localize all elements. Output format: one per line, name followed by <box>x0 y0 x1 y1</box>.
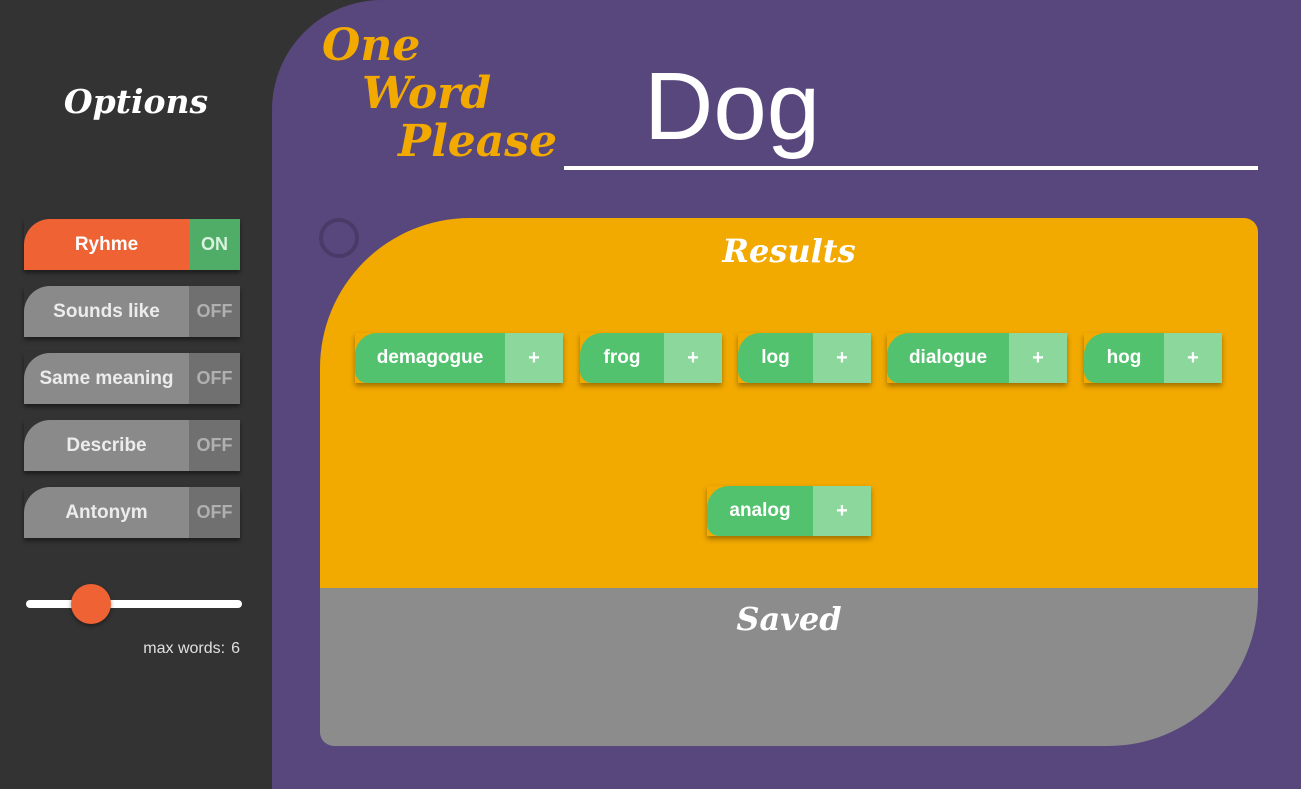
option-label: Antonym <box>24 487 189 538</box>
max-words-label: max words: <box>143 640 226 657</box>
result-word-chip: dialogue + <box>887 333 1067 383</box>
app-logo: One Word Please <box>322 20 557 166</box>
option-state: OFF <box>189 487 240 538</box>
option-state: ON <box>189 219 240 270</box>
result-word-chip: log + <box>738 333 871 383</box>
max-words-slider[interactable] <box>26 584 242 624</box>
option-same-meaning-toggle[interactable]: Same meaning OFF <box>24 353 240 404</box>
option-label: Describe <box>24 420 189 471</box>
result-word-label: dialogue <box>887 333 1009 383</box>
option-state: OFF <box>189 420 240 471</box>
ring-icon <box>319 218 359 258</box>
slider-thumb[interactable] <box>70 584 111 624</box>
results-title: Results <box>722 232 856 270</box>
result-word-label: frog <box>580 333 664 383</box>
add-word-button[interactable]: + <box>664 333 722 383</box>
result-word-chip: frog + <box>580 333 722 383</box>
result-word-chip: demagogue + <box>355 333 563 383</box>
result-word-chip: hog + <box>1084 333 1222 383</box>
max-words-value: 6 <box>231 640 240 657</box>
saved-panel: Saved <box>320 588 1258 746</box>
option-describe-toggle[interactable]: Describe OFF <box>24 420 240 471</box>
result-word-label: hog <box>1084 333 1164 383</box>
max-words-readout: max words: 6 <box>143 640 240 658</box>
logo-line: One <box>322 20 421 71</box>
option-label: Same meaning <box>24 353 189 404</box>
add-word-button[interactable]: + <box>813 486 871 536</box>
add-word-button[interactable]: + <box>1164 333 1222 383</box>
logo-line: Word <box>362 68 492 119</box>
option-state: OFF <box>189 353 240 404</box>
add-word-button[interactable]: + <box>813 333 871 383</box>
options-title: Options <box>63 82 209 121</box>
options-sidebar: Options Ryhme ON Sounds like OFF Same me… <box>0 0 272 789</box>
result-word-label: demagogue <box>355 333 505 383</box>
option-state: OFF <box>189 286 240 337</box>
add-word-button[interactable]: + <box>505 333 563 383</box>
slider-track[interactable] <box>26 600 242 608</box>
result-word-chip: analog + <box>707 486 871 536</box>
logo-line: Please <box>398 116 558 167</box>
word-input[interactable] <box>644 52 1244 162</box>
option-rhyme-toggle[interactable]: Ryhme ON <box>24 219 240 270</box>
option-antonym-toggle[interactable]: Antonym OFF <box>24 487 240 538</box>
option-label: Ryhme <box>24 219 189 270</box>
result-word-label: analog <box>707 486 813 536</box>
option-label: Sounds like <box>24 286 189 337</box>
option-sounds-like-toggle[interactable]: Sounds like OFF <box>24 286 240 337</box>
add-word-button[interactable]: + <box>1009 333 1067 383</box>
saved-title: Saved <box>736 600 842 638</box>
word-search <box>564 52 1258 170</box>
result-word-label: log <box>738 333 813 383</box>
